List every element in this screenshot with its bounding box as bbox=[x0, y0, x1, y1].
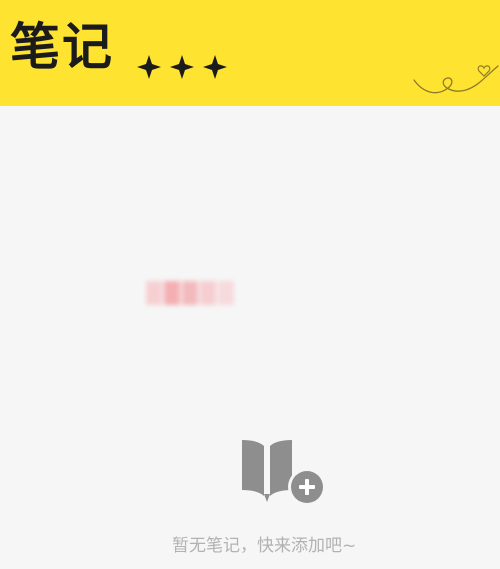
blurred-content bbox=[146, 281, 234, 305]
heart-doodle-icon bbox=[413, 65, 499, 94]
sparkles-icon bbox=[137, 55, 227, 79]
header-bar: 笔记 bbox=[0, 0, 500, 106]
book-add-icon[interactable] bbox=[236, 436, 328, 506]
empty-state-message: 暂无笔记，快来添加吧~ bbox=[172, 536, 357, 556]
page-title: 笔记 bbox=[10, 18, 114, 76]
